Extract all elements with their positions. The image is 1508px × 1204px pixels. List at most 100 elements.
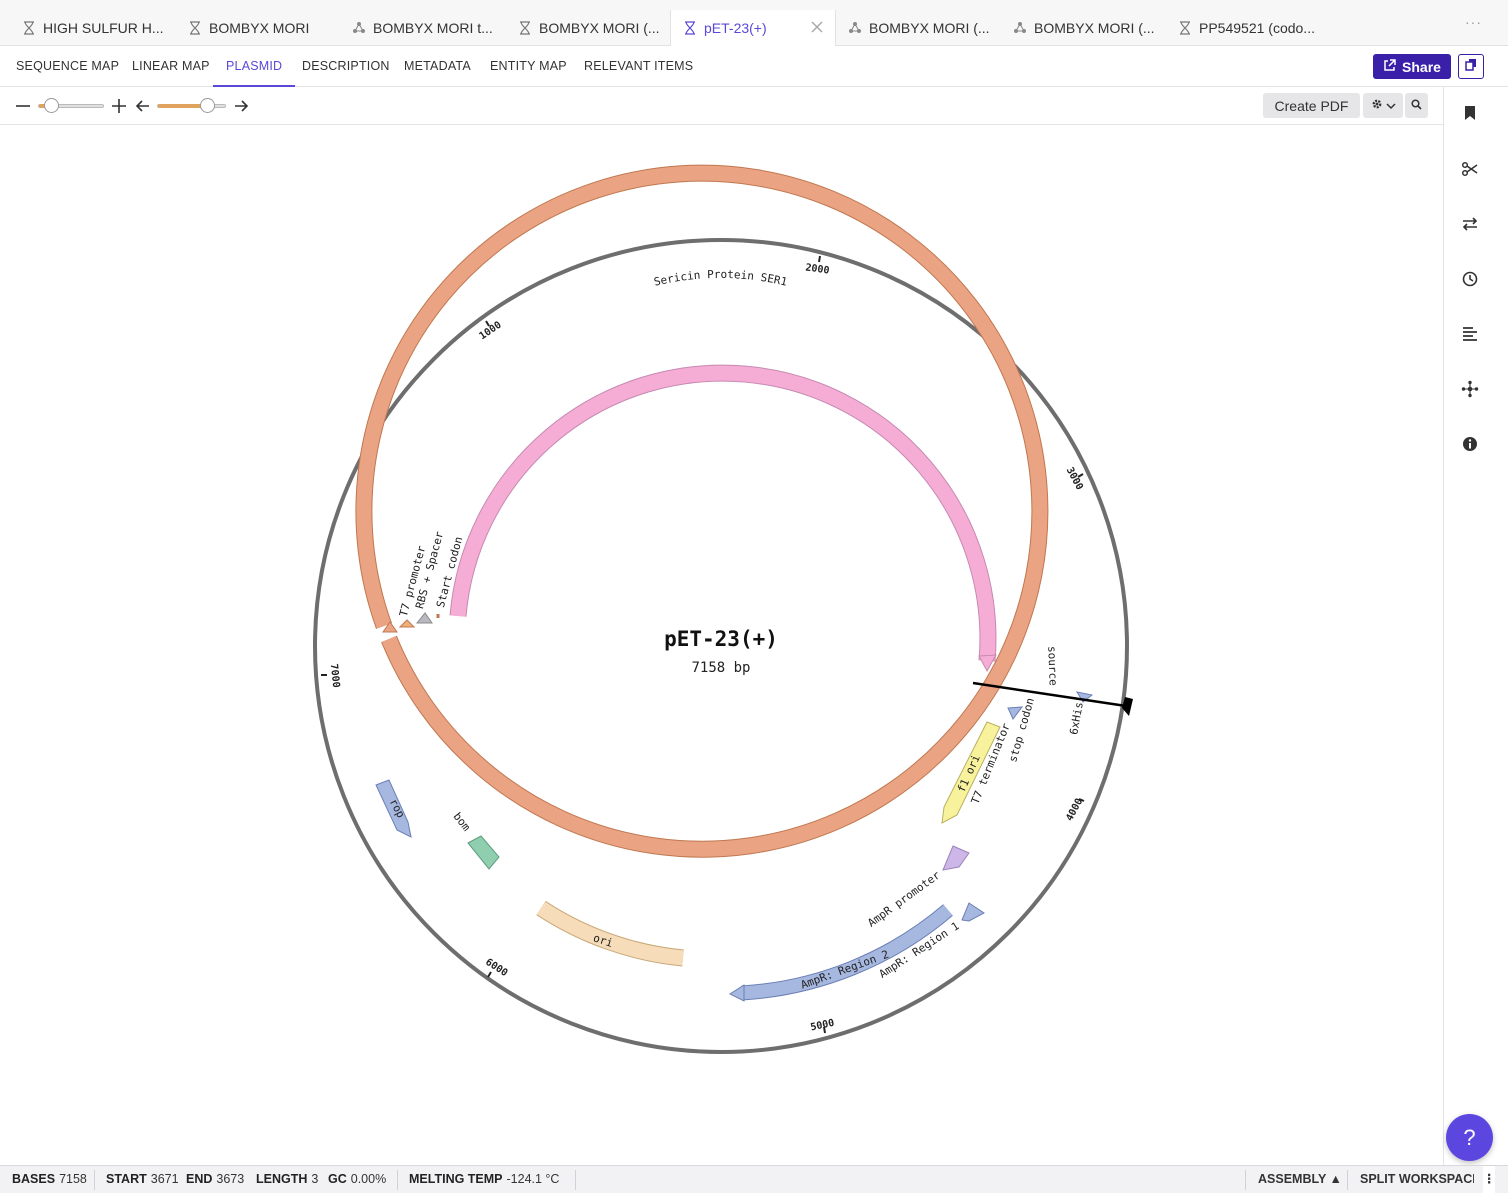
assembly-button[interactable]: ASSEMBLY ▲ — [1258, 1166, 1342, 1193]
help-button[interactable]: ? — [1446, 1114, 1493, 1161]
doc-tab-0[interactable]: HIGH SULFUR H... — [22, 10, 164, 46]
zoom-out-icon[interactable] — [14, 97, 32, 115]
plasmid-length: 7158 bp — [691, 660, 750, 676]
tick-label: 5000 — [810, 1018, 836, 1034]
rotation-slider[interactable] — [157, 98, 226, 113]
feature-sericin-outline — [449, 364, 997, 662]
feature-label-source: source — [1045, 646, 1059, 686]
gc-stat: GC 0.00% — [328, 1172, 387, 1186]
gear-icon — [1371, 97, 1383, 115]
melting-temp-stat: MELTING TEMP -124.1 °C — [409, 1172, 560, 1186]
feature-ori[interactable] — [536, 901, 684, 966]
protein-icon — [352, 21, 366, 35]
feature-label-bom: bom — [451, 810, 474, 834]
plasmid-name: pET-23(+) — [664, 627, 778, 651]
doc-tab-label: BOMBYX MORI (... — [1034, 20, 1155, 36]
ampr-region2-arrowhead — [728, 984, 745, 1002]
search-button[interactable] — [1405, 93, 1428, 118]
doc-tab-label: pET-23(+) — [704, 20, 767, 36]
close-tab-icon[interactable] — [809, 19, 825, 35]
doc-tab-6[interactable]: BOMBYX MORI (... — [1013, 10, 1155, 46]
bookmark-icon[interactable] — [1461, 104, 1479, 122]
more-tabs-icon[interactable]: ··· — [1465, 14, 1482, 30]
protein-icon — [848, 21, 862, 35]
plasmid-map-area: 1000 2000 3000 4000 5000 6000 7000 sourc… — [0, 125, 1443, 1165]
tab-relevant-items[interactable]: RELEVANT ITEMS — [584, 46, 693, 87]
tab-linear-map[interactable]: LINEAR MAP — [132, 46, 210, 87]
feature-bom[interactable] — [467, 835, 500, 870]
share-button[interactable]: Share — [1373, 54, 1451, 79]
divider — [1245, 1170, 1246, 1190]
doc-tab-1[interactable]: BOMBYX MORI — [188, 10, 309, 46]
doc-tab-label: BOMBYX MORI (... — [539, 20, 660, 36]
sequence-icon — [1178, 21, 1192, 35]
rotation-slider-knob[interactable] — [200, 98, 215, 113]
settings-dropdown-button[interactable] — [1363, 93, 1403, 118]
doc-tab-5[interactable]: BOMBYX MORI (... — [848, 10, 990, 46]
map-toolbar: Create PDF — [0, 87, 1443, 125]
divider — [1347, 1170, 1348, 1190]
app-window: HIGH SULFUR H... BOMBYX MORI BOMBYX MORI… — [0, 0, 1508, 1204]
sequence-icon — [683, 21, 697, 35]
tick-label: 3000 — [1064, 466, 1085, 492]
doc-tab-label: HIGH SULFUR H... — [43, 20, 164, 36]
tick-label: 2000 — [805, 262, 830, 276]
network-icon[interactable] — [1461, 380, 1479, 398]
feature-label-sericin: Sericin Protein SER1 — [653, 268, 789, 289]
scissors-icon[interactable] — [1461, 160, 1479, 178]
status-bar: BASES 7158 START 3671 END 3673 LENGTH 3 GC 0.… — [0, 1165, 1508, 1193]
swap-icon[interactable] — [1461, 215, 1479, 233]
tab-metadata[interactable]: METADATA — [404, 46, 471, 87]
doc-tab-active[interactable]: pET-23(+) — [670, 10, 836, 46]
external-link-icon — [1383, 58, 1396, 75]
doc-tab-label: PP549521 (codo... — [1199, 20, 1315, 36]
align-left-icon[interactable] — [1461, 325, 1479, 343]
document-tab-bar: HIGH SULFUR H... BOMBYX MORI BOMBYX MORI… — [0, 0, 1508, 46]
search-icon — [1411, 97, 1422, 115]
zoom-slider-knob[interactable] — [44, 98, 59, 113]
doc-tab-2[interactable]: BOMBYX MORI t... — [352, 10, 493, 46]
feature-t7-promoter[interactable] — [398, 619, 416, 628]
tick-label: 4000 — [1064, 797, 1085, 823]
info-icon[interactable] — [1461, 435, 1479, 453]
tick-label: 7000 — [328, 663, 341, 688]
tab-sequence-map[interactable]: SEQUENCE MAP — [16, 46, 119, 87]
tab-plasmid[interactable]: PLASMID — [213, 46, 296, 87]
feature-label-6xhis: 6xHis — [1067, 701, 1086, 736]
history-icon[interactable] — [1461, 270, 1479, 288]
right-sidebar — [1443, 87, 1508, 1165]
doc-tab-3[interactable]: BOMBYX MORI (... — [518, 10, 660, 46]
divider — [575, 1170, 576, 1190]
copy-button[interactable] — [1458, 54, 1484, 79]
tick-label: 1000 — [478, 320, 504, 343]
end-stat: END 3673 — [186, 1172, 245, 1186]
bases-stat: BASES 7158 — [12, 1172, 87, 1186]
tab-description[interactable]: DESCRIPTION — [302, 46, 390, 87]
start-stat: START 3671 — [106, 1172, 179, 1186]
feature-rbs-spacer[interactable] — [415, 612, 433, 624]
feature-ampr-region1-marker[interactable] — [961, 902, 985, 922]
protein-icon — [1013, 21, 1027, 35]
doc-tab-label: BOMBYX MORI (... — [869, 20, 990, 36]
doc-tab-label: BOMBYX MORI t... — [373, 20, 493, 36]
doc-tab-7[interactable]: PP549521 (codo... — [1178, 10, 1315, 46]
plasmid-map[interactable]: 1000 2000 3000 4000 5000 6000 7000 sourc… — [0, 125, 1443, 1165]
feature-sericin[interactable] — [450, 365, 996, 662]
tab-entity-map[interactable]: ENTITY MAP — [490, 46, 567, 87]
length-stat: LENGTH 3 — [256, 1172, 319, 1186]
copy-icon — [1465, 58, 1477, 76]
zoom-in-icon[interactable] — [110, 97, 128, 115]
divider — [397, 1170, 398, 1190]
sequence-icon — [188, 21, 202, 35]
zoom-slider[interactable] — [38, 98, 104, 113]
divider — [94, 1170, 95, 1190]
doc-tab-label: BOMBYX MORI — [209, 20, 310, 36]
create-pdf-button[interactable]: Create PDF — [1263, 93, 1360, 118]
view-tab-bar: SEQUENCE MAP LINEAR MAP PLASMID DESCRIPT… — [0, 46, 1508, 87]
feature-ampr-promoter[interactable] — [942, 845, 970, 871]
more-options-icon[interactable]: ⋮ — [1483, 1166, 1496, 1193]
sequence-icon — [518, 21, 532, 35]
rotate-right-icon[interactable] — [232, 97, 250, 115]
rotate-left-icon[interactable] — [134, 97, 152, 115]
split-workspace-button[interactable]: SPLIT WORKSPACE — [1360, 1166, 1474, 1193]
